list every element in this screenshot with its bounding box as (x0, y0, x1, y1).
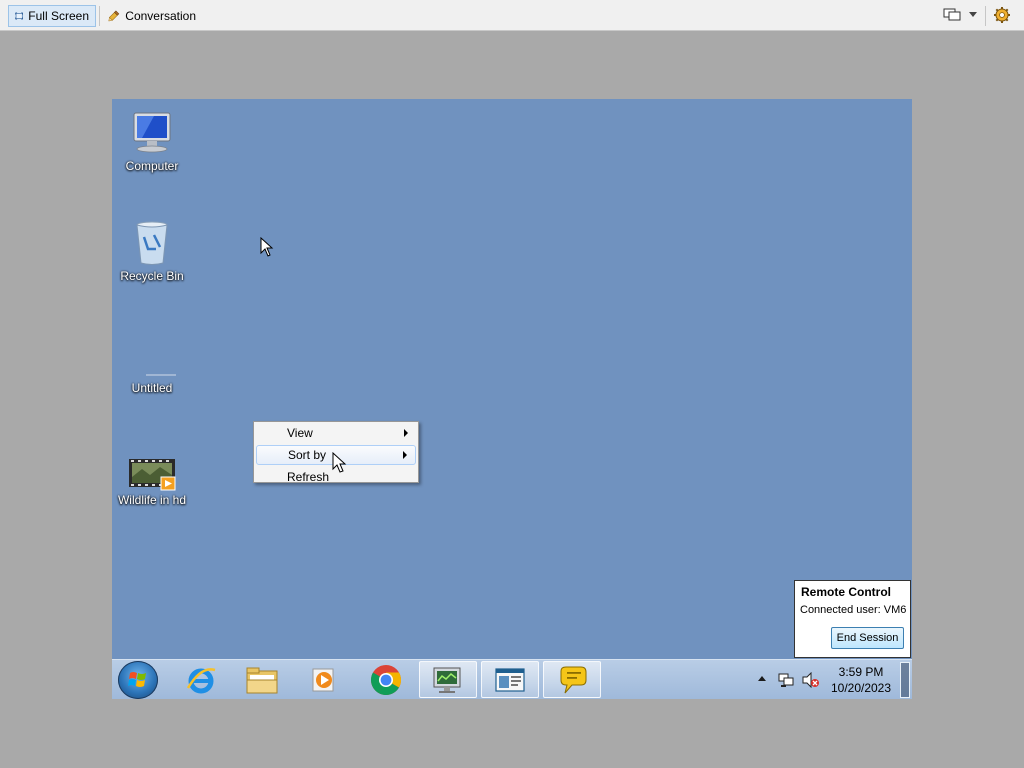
desktop-icon-label: Untitled (131, 381, 173, 395)
show-desktop-button[interactable] (900, 662, 910, 698)
taskbar-clock[interactable]: 3:59 PM 10/20/2023 (826, 664, 896, 696)
menu-item-label: Refresh (287, 470, 330, 484)
conversation-icon (108, 10, 120, 22)
recycle-bin-icon (136, 221, 168, 265)
conversation-label: Conversation (125, 9, 196, 23)
connected-user-text: Connected user: VM6 (800, 604, 907, 616)
toolbar-divider (99, 6, 100, 26)
desktop-icon-label: Recycle Bin (120, 269, 184, 283)
context-menu-item-view[interactable]: View (256, 423, 416, 443)
toolbar-divider (985, 6, 986, 26)
taskbar-chat[interactable] (543, 661, 601, 698)
menu-item-label: View (287, 426, 313, 440)
network-icon[interactable] (778, 672, 794, 688)
news-window-icon (495, 668, 525, 692)
chevron-down-icon[interactable] (969, 12, 977, 17)
full-screen-button[interactable]: Full Screen (8, 5, 96, 27)
mouse-pointer-icon (260, 237, 274, 257)
taskbar-remote-monitor[interactable] (419, 661, 477, 698)
clock-date: 10/20/2023 (830, 681, 892, 695)
desktop-icon-label: Computer (125, 159, 179, 173)
windows-logo-icon (128, 672, 146, 687)
monitors-icon (943, 8, 961, 21)
monitor-select-button[interactable] (943, 7, 965, 25)
taskbar-windows-explorer[interactable] (234, 661, 292, 698)
internet-explorer-icon (186, 668, 216, 694)
taskbar-chrome[interactable] (358, 661, 416, 698)
full-screen-label: Full Screen (28, 9, 89, 23)
end-session-button[interactable]: End Session (831, 627, 904, 649)
desktop-icon-untitled[interactable]: Untitled (112, 331, 192, 395)
windows-explorer-icon (246, 667, 278, 694)
video-file-icon (129, 459, 176, 491)
remote-monitor-icon (433, 667, 461, 693)
taskbar-news-window[interactable] (481, 661, 539, 698)
desktop-icon-label: Wildlife in hd (117, 493, 187, 507)
show-hidden-icons-button[interactable] (758, 676, 766, 681)
remote-control-title: Remote Control (801, 585, 891, 599)
fullscreen-icon (15, 12, 24, 20)
submenu-arrow-icon (403, 451, 407, 459)
hand-pointer-icon (332, 452, 347, 473)
taskbar-internet-explorer[interactable] (172, 661, 230, 698)
desktop-icon-computer[interactable]: Computer (112, 109, 192, 173)
start-button[interactable] (118, 661, 158, 699)
taskbar-media-player[interactable] (296, 661, 354, 698)
menu-item-label: Sort by (288, 448, 327, 462)
taskbar: 3:59 PM 10/20/2023 (112, 659, 912, 699)
remote-control-panel: Remote Control Connected user: VM6 End S… (794, 580, 911, 658)
blank-file-icon (146, 355, 190, 376)
media-player-icon (312, 668, 334, 692)
conversation-button[interactable]: Conversation (102, 5, 202, 27)
chrome-icon (371, 665, 402, 696)
viewer-toolbar: Full Screen Conversation (0, 0, 1024, 31)
clock-time: 3:59 PM (838, 665, 884, 679)
settings-button[interactable] (993, 6, 1013, 26)
remote-desktop[interactable]: Computer Recycle Bin Untitled Wildlife i… (112, 99, 912, 699)
volume-muted-icon[interactable] (802, 672, 820, 688)
chat-bubble-icon (560, 666, 587, 694)
desktop-icon-wildlife[interactable]: Wildlife in hd (112, 443, 192, 507)
gear-icon (994, 7, 1010, 23)
submenu-arrow-icon (404, 429, 408, 437)
computer-icon (133, 112, 171, 153)
desktop-icon-recycle-bin[interactable]: Recycle Bin (112, 219, 192, 283)
